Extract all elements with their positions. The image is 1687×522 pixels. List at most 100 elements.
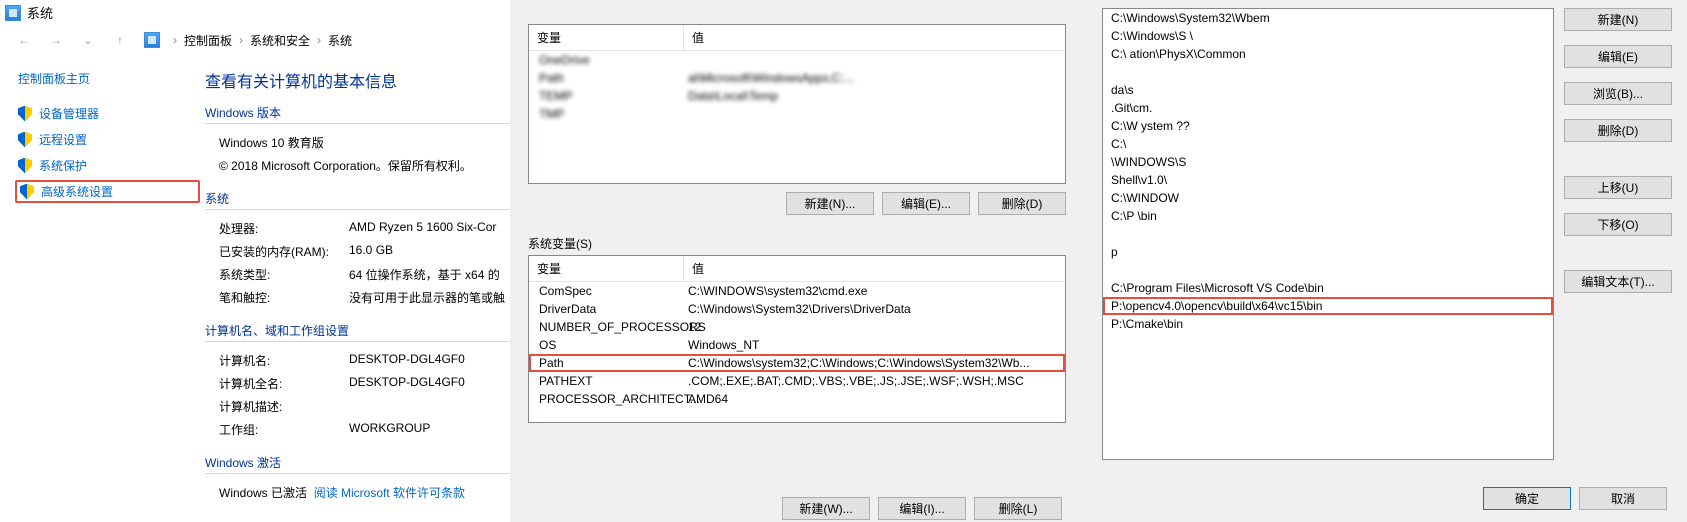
sidebar-item-label: 设备管理器 (39, 105, 99, 122)
sidebar-item-remote-settings[interactable]: 远程设置 (15, 128, 200, 151)
list-item[interactable]: C:\P \bin (1103, 207, 1553, 225)
list-item[interactable] (1103, 225, 1553, 243)
list-item[interactable]: C:\Windows\System32\Wbem (1103, 9, 1553, 27)
list-item[interactable]: P:\Cmake\bin (1103, 315, 1553, 333)
info-key: 计算机名: (219, 352, 349, 369)
user-variables-table[interactable]: 变量 值 OneDrivePathal\Microsoft\WindowsApp… (528, 24, 1066, 184)
edit-button[interactable]: 编辑(E)... (882, 192, 970, 215)
breadcrumb-item[interactable]: 系统和安全 (248, 30, 312, 51)
new-button[interactable]: 新建(N) (1564, 8, 1672, 31)
col-name[interactable]: 变量 (529, 256, 684, 281)
info-row: 计算机描述: (205, 398, 510, 415)
sidebar-home-link[interactable]: 控制面板主页 (15, 70, 200, 87)
info-row: 处理器:AMD Ryzen 5 1600 Six-Cor (205, 220, 510, 237)
info-key: 计算机描述: (219, 398, 349, 415)
delete-button[interactable]: 删除(L) (974, 497, 1062, 520)
list-item[interactable]: \WINDOWS\S (1103, 153, 1553, 171)
browse-button[interactable]: 浏览(B)... (1564, 82, 1672, 105)
sidebar-item-system-protection[interactable]: 系统保护 (15, 154, 200, 177)
section-windows-activation: Windows 激活 (205, 454, 510, 474)
edit-text-button[interactable]: 编辑文本(T)... (1564, 270, 1672, 293)
table-row[interactable]: TMP (529, 105, 1065, 123)
var-value: C:\WINDOWS\system32\cmd.exe (684, 283, 1065, 299)
recent-button[interactable]: ⌄ (76, 28, 100, 52)
info-key: 计算机全名: (219, 375, 349, 392)
list-item[interactable]: P:\opencv4.0\opencv\build\x64\vc15\bin (1103, 297, 1553, 315)
list-item[interactable]: da\s (1103, 81, 1553, 99)
section-windows-version: Windows 版本 (205, 104, 510, 124)
list-item[interactable] (1103, 261, 1553, 279)
table-row[interactable]: PATHEXT.COM;.EXE;.BAT;.CMD;.VBS;.VBE;.JS… (529, 372, 1065, 390)
info-row: 计算机全名:DESKTOP-DGL4GF0 (205, 375, 510, 392)
var-value: .COM;.EXE;.BAT;.CMD;.VBS;.VBE;.JS;.JSE;.… (684, 373, 1065, 389)
ok-button[interactable]: 确定 (1483, 487, 1571, 510)
new-button[interactable]: 新建(W)... (782, 497, 870, 520)
col-value[interactable]: 值 (684, 256, 1065, 281)
list-item[interactable]: C:\Program Files\Microsoft VS Code\bin (1103, 279, 1553, 297)
chevron-right-icon: › (236, 33, 246, 47)
forward-button[interactable]: → (44, 28, 68, 52)
var-value: Windows_NT (684, 337, 1065, 353)
var-value: al\Microsoft\WindowsApps;C:... (684, 70, 1065, 86)
move-down-button[interactable]: 下移(O) (1564, 213, 1672, 236)
list-item[interactable]: C:\WINDOW (1103, 189, 1553, 207)
edit-button[interactable]: 编辑(I)... (878, 497, 966, 520)
table-row[interactable]: OSWindows_NT (529, 336, 1065, 354)
list-item[interactable] (1103, 63, 1553, 81)
info-value: DESKTOP-DGL4GF0 (349, 352, 465, 369)
back-button[interactable]: ← (12, 28, 36, 52)
table-row[interactable]: PathC:\Windows\system32;C:\Windows;C:\Wi… (529, 354, 1065, 372)
system-vars-body: ComSpecC:\WINDOWS\system32\cmd.exeDriver… (529, 282, 1065, 422)
list-item[interactable]: C:\ (1103, 135, 1553, 153)
new-button[interactable]: 新建(N)... (786, 192, 874, 215)
windows-version: Windows 10 教育版 (205, 134, 510, 151)
move-up-button[interactable]: 上移(U) (1564, 176, 1672, 199)
system-info-main: 查看有关计算机的基本信息 Windows 版本 Windows 10 教育版 ©… (200, 60, 510, 507)
list-item[interactable]: C:\ ation\PhysX\Common (1103, 45, 1553, 63)
shield-icon (18, 158, 32, 174)
info-row: 系统类型:64 位操作系统，基于 x64 的 (205, 266, 510, 283)
cancel-button[interactable]: 取消 (1579, 487, 1667, 510)
sidebar-item-device-manager[interactable]: 设备管理器 (15, 102, 200, 125)
table-row[interactable]: TEMPData\Local\Temp (529, 87, 1065, 105)
delete-button[interactable]: 删除(D) (1564, 119, 1672, 142)
system-variables-table[interactable]: 变量 值 ComSpecC:\WINDOWS\system32\cmd.exeD… (528, 255, 1066, 423)
breadcrumb[interactable]: › 控制面板 › 系统和安全 › 系统 (170, 30, 354, 51)
info-value: DESKTOP-DGL4GF0 (349, 375, 465, 392)
shield-icon (18, 106, 32, 122)
info-value: WORKGROUP (349, 421, 430, 438)
sidebar-item-advanced-system-settings[interactable]: 高级系统设置 (15, 180, 200, 203)
list-item[interactable]: C:\Windows\S \ (1103, 27, 1553, 45)
list-item[interactable]: .Git\cm. (1103, 99, 1553, 117)
table-row[interactable]: Pathal\Microsoft\WindowsApps;C:... (529, 69, 1065, 87)
edit-button[interactable]: 编辑(E) (1564, 45, 1672, 68)
table-row[interactable]: DriverDataC:\Windows\System32\Drivers\Dr… (529, 300, 1065, 318)
window-title: 系统 (27, 3, 53, 22)
chevron-right-icon: › (170, 33, 180, 47)
col-value[interactable]: 值 (684, 25, 1065, 50)
copyright-text: © 2018 Microsoft Corporation。保留所有权利。 (205, 157, 510, 174)
var-name: DriverData (529, 301, 684, 317)
breadcrumb-item[interactable]: 控制面板 (182, 30, 234, 51)
table-row[interactable]: ComSpecC:\WINDOWS\system32\cmd.exe (529, 282, 1065, 300)
table-row[interactable]: OneDrive (529, 51, 1065, 69)
license-terms-link[interactable]: 阅读 Microsoft 软件许可条款 (314, 486, 465, 500)
up-button[interactable]: ↑ (108, 28, 132, 52)
var-value (684, 106, 1065, 122)
delete-button[interactable]: 删除(D) (978, 192, 1066, 215)
info-value: 64 位操作系统，基于 x64 的 (349, 266, 500, 283)
var-name: ComSpec (529, 283, 684, 299)
system-properties-window: 系统 ← → ⌄ ↑ › 控制面板 › 系统和安全 › 系统 控制面板主页 设备… (0, 0, 510, 522)
table-row[interactable]: PROCESSOR_ARCHITECT...AMD64 (529, 390, 1065, 408)
list-item[interactable]: Shell\v1.0\ (1103, 171, 1553, 189)
breadcrumb-item[interactable]: 系统 (326, 30, 354, 51)
path-list[interactable]: C:\Windows\System32\WbemC:\Windows\S \C:… (1102, 8, 1554, 460)
sidebar: 控制面板主页 设备管理器 远程设置 系统保护 高级系统设置 (0, 60, 200, 507)
table-row[interactable]: NUMBER_OF_PROCESSORS12 (529, 318, 1065, 336)
list-item[interactable]: p (1103, 243, 1553, 261)
var-value: C:\Windows\System32\Drivers\DriverData (684, 301, 1065, 317)
list-item[interactable]: C:\W ystem ?? (1103, 117, 1553, 135)
system-variables-label: 系统变量(S) (528, 235, 1066, 252)
title-bar: 系统 (0, 0, 510, 25)
col-name[interactable]: 变量 (529, 25, 684, 50)
